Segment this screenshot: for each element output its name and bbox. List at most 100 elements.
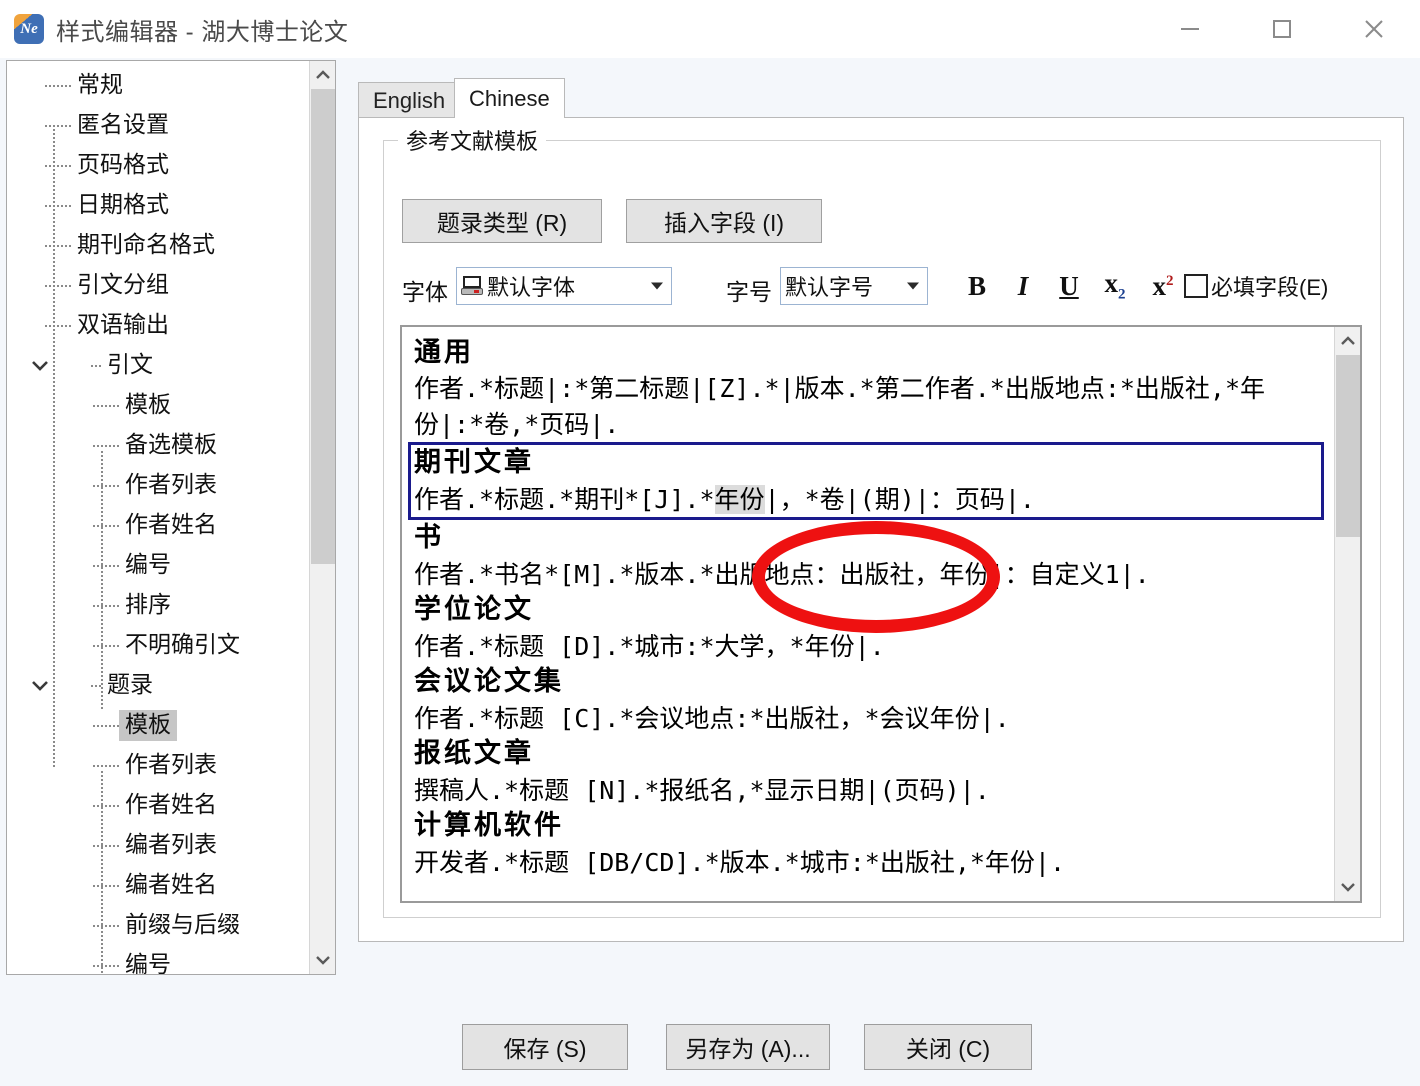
- tree-connector: [91, 685, 101, 687]
- superscript-mark: 2: [1166, 272, 1174, 289]
- sidebar-item-21[interactable]: 前缀与后缀: [7, 905, 313, 945]
- template-section[interactable]: 通用 作者.*标题|:*第二标题|[Z].*|版本.*第二作者.*出版地点:*出版…: [414, 335, 1318, 442]
- tab-content-panel: 参考文献模板 题录类型 (R) 插入字段 (I) 字体 默认字体 字号 默认字号…: [358, 117, 1404, 942]
- sidebar-item-2[interactable]: 页码格式: [7, 145, 313, 185]
- close-icon[interactable]: [1328, 0, 1420, 58]
- sidebar-item-label: 编号: [125, 950, 171, 975]
- checkbox-box[interactable]: [1184, 274, 1208, 298]
- sidebar-item-7[interactable]: 引文: [7, 345, 313, 385]
- template-section[interactable]: 会议论文集 作者.*标题 [C].*会议地点:*出版社，*会议年份|.: [414, 664, 1318, 736]
- font-size-value: 默认字号: [785, 275, 874, 300]
- chevron-down-icon[interactable]: [907, 282, 919, 290]
- template-section[interactable]: 计算机软件 开发者.*标题 [DB/CD].*版本.*城市:*出版社,*年份|.: [414, 808, 1318, 880]
- chevron-down-icon[interactable]: [29, 354, 51, 376]
- sidebar-item-label: 匿名设置: [77, 110, 169, 137]
- sidebar-item-9[interactable]: 备选模板: [7, 425, 313, 465]
- template-field-highlighted: 年份: [714, 484, 765, 514]
- template-field-text: 撰稿人.*标题 [N].*报纸名,*显示日期|(页码)|.: [414, 775, 990, 805]
- tree-connector: [45, 325, 71, 327]
- sidebar-item-22[interactable]: 编号: [7, 945, 313, 975]
- template-editor[interactable]: 通用 作者.*标题|:*第二标题|[Z].*|版本.*第二作者.*出版地点:*出版…: [400, 325, 1362, 903]
- bold-button[interactable]: B: [956, 265, 998, 307]
- chevron-down-icon[interactable]: [29, 674, 51, 696]
- template-section-body[interactable]: 作者.*标题 [C].*会议地点:*出版社，*会议年份|.: [414, 701, 1318, 737]
- editor-scrollbar-thumb[interactable]: [1336, 355, 1360, 537]
- title-bar: Ne 样式编辑器 - 湖大博士论文: [0, 0, 1420, 58]
- template-section-body[interactable]: 作者.*标题 [D].*城市:*大学，*年份|.: [414, 629, 1318, 665]
- template-section[interactable]: 报纸文章 撰稿人.*标题 [N].*报纸名,*显示日期|(页码)|.: [414, 736, 1318, 808]
- sidebar-item-0[interactable]: 常规: [7, 65, 313, 105]
- subscript-mark: 2: [1118, 286, 1126, 303]
- sidebar-item-8[interactable]: 模板: [7, 385, 313, 425]
- template-section-heading: 期刊文章: [414, 447, 534, 479]
- sidebar-item-label: 作者列表: [125, 750, 217, 777]
- italic-button[interactable]: I: [1002, 265, 1044, 307]
- sidebar-item-label: 作者姓名: [125, 510, 217, 537]
- sidebar-item-5[interactable]: 引文分组: [7, 265, 313, 305]
- template-section[interactable]: 书作者.*书名*[M].*版本.*出版地点：出版社，年份|：自定义1|.: [414, 520, 1318, 592]
- record-type-button[interactable]: 题录类型 (R): [402, 199, 602, 243]
- tab-english[interactable]: English: [358, 82, 461, 118]
- sidebar-item-18[interactable]: 作者姓名: [7, 785, 313, 825]
- template-field-text: 作者.*标题 [D].*城市:*大学，*年份|.: [414, 631, 885, 661]
- template-section-body[interactable]: 撰稿人.*标题 [N].*报纸名,*显示日期|(页码)|.: [414, 773, 1318, 809]
- tree-connector: [93, 805, 119, 807]
- template-section-body[interactable]: 作者.*标题|:*第二标题|[Z].*|版本.*第二作者.*出版地点:*出版社,…: [414, 371, 1318, 442]
- template-field-text: 开发者.*标题 [DB/CD].*版本.*城市:*出版社,*年份|.: [414, 847, 1066, 877]
- sidebar-item-14[interactable]: 不明确引文: [7, 625, 313, 665]
- font-family-dropdown[interactable]: 默认字体: [456, 267, 672, 305]
- sidebar-item-6[interactable]: 双语输出: [7, 305, 313, 345]
- sidebar-scrollbar-thumb[interactable]: [311, 89, 335, 564]
- save-button[interactable]: 保存 (S): [462, 1024, 628, 1070]
- sidebar-item-19[interactable]: 编者列表: [7, 825, 313, 865]
- chevron-up-icon[interactable]: [310, 61, 335, 89]
- template-section-body[interactable]: 作者.*标题.*期刊*[J].*年份|，*卷|(期)|：页码|.: [414, 482, 1318, 518]
- sidebar-item-label: 常规: [77, 70, 123, 97]
- font-size-label: 字号: [726, 279, 772, 305]
- template-section-body[interactable]: 作者.*书名*[M].*版本.*出版地点：出版社，年份|：自定义1|.: [414, 557, 1318, 593]
- sidebar-item-label: 日期格式: [77, 190, 169, 217]
- sidebar-item-15[interactable]: 题录: [7, 665, 313, 705]
- sidebar-item-17[interactable]: 作者列表: [7, 745, 313, 785]
- sidebar-item-1[interactable]: 匿名设置: [7, 105, 313, 145]
- settings-tree[interactable]: 常规 匿名设置 页码格式 日期格式 期刊命名格式 引文分组 双语输出 引文 模板 备选模板 作者列表…: [7, 61, 313, 974]
- minimize-icon[interactable]: [1144, 0, 1236, 58]
- font-size-dropdown[interactable]: 默认字号: [780, 267, 928, 305]
- sidebar-item-13[interactable]: 排序: [7, 585, 313, 625]
- sidebar-item-11[interactable]: 作者姓名: [7, 505, 313, 545]
- chevron-down-icon[interactable]: [310, 946, 335, 974]
- subscript-button[interactable]: x2: [1094, 265, 1136, 307]
- settings-tree-panel[interactable]: 常规 匿名设置 页码格式 日期格式 期刊命名格式 引文分组 双语输出 引文 模板 备选模板 作者列表…: [6, 60, 336, 975]
- template-editor-content[interactable]: 通用 作者.*标题|:*第二标题|[Z].*|版本.*第二作者.*出版地点:*出版…: [402, 327, 1328, 901]
- sidebar-scrollbar[interactable]: [309, 61, 335, 974]
- chevron-down-icon[interactable]: [1335, 873, 1360, 901]
- sidebar-item-12[interactable]: 编号: [7, 545, 313, 585]
- sidebar-item-3[interactable]: 日期格式: [7, 185, 313, 225]
- window-controls: [1144, 0, 1420, 58]
- sidebar-item-label: 作者列表: [125, 470, 217, 497]
- tree-connector: [93, 765, 119, 767]
- sidebar-item-16[interactable]: 模板: [7, 705, 313, 745]
- sidebar-item-label: 引文分组: [77, 270, 169, 297]
- template-section[interactable]: 学位论文作者.*标题 [D].*城市:*大学，*年份|.: [414, 592, 1318, 664]
- sidebar-item-4[interactable]: 期刊命名格式: [7, 225, 313, 265]
- chevron-up-icon[interactable]: [1335, 327, 1360, 355]
- template-section[interactable]: 期刊文章 作者.*标题.*期刊*[J].*年份|，*卷|(期)|：页码|.: [408, 442, 1324, 521]
- insert-field-button[interactable]: 插入字段 (I): [626, 199, 822, 243]
- template-section-heading: 学位论文: [414, 594, 534, 626]
- chevron-down-icon[interactable]: [651, 282, 663, 290]
- template-section-body[interactable]: 开发者.*标题 [DB/CD].*版本.*城市:*出版社,*年份|.: [414, 845, 1318, 881]
- close-button[interactable]: 关闭 (C): [864, 1024, 1032, 1070]
- template-field-text: 作者.*标题 [C].*会议地点:*出版社，*会议年份|.: [414, 703, 1010, 733]
- superscript-button[interactable]: x2: [1142, 265, 1184, 307]
- save-as-button[interactable]: 另存为 (A)...: [666, 1024, 830, 1070]
- required-field-checkbox[interactable]: 必填字段(E): [1184, 269, 1328, 303]
- maximize-icon[interactable]: [1236, 0, 1328, 58]
- template-field-text: 作者.*书名*[M].*版本.*出版地点：出版社，年份|：自定义1|.: [414, 559, 1150, 589]
- tab-chinese[interactable]: Chinese: [454, 78, 565, 118]
- sidebar-item-20[interactable]: 编者姓名: [7, 865, 313, 905]
- sidebar-item-10[interactable]: 作者列表: [7, 465, 313, 505]
- underline-button[interactable]: U: [1048, 265, 1090, 307]
- language-tabs[interactable]: English Chinese: [358, 78, 1404, 118]
- editor-scrollbar[interactable]: [1334, 327, 1360, 901]
